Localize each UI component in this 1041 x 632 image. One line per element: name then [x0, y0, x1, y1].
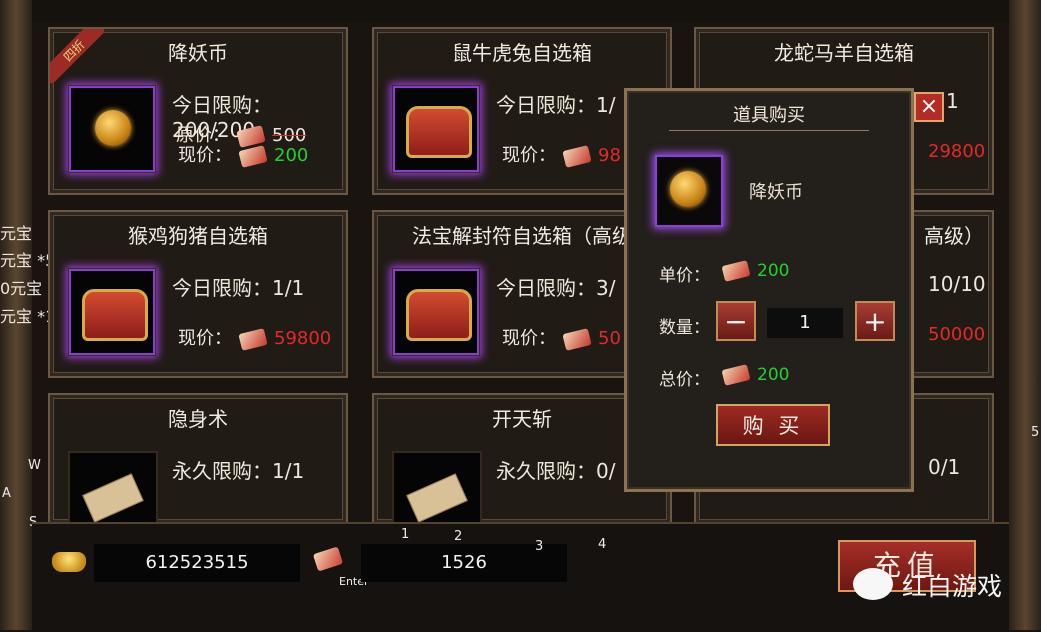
ticket-icon[interactable]	[312, 546, 344, 572]
side-text-1: 元宝	[0, 224, 33, 243]
current-price-row: 现价： 50	[502, 327, 621, 351]
ticket-icon	[721, 260, 751, 282]
dialog-title: 道具购买	[733, 105, 805, 126]
total-price-value: 200	[757, 365, 790, 385]
demon-coin-icon	[95, 110, 131, 146]
daily-limit-text: 今日限购：1/	[496, 93, 616, 117]
current-price-row: 现价： 200	[178, 144, 309, 168]
shop-card-4[interactable]: 猴鸡狗猪自选箱 今日限购：1/1 现价： 59800	[48, 210, 348, 378]
card-title: 高级）	[924, 224, 984, 248]
daily-limit-text: 10/10	[928, 272, 986, 296]
marker-2: 2	[454, 529, 463, 544]
scroll-icon	[82, 473, 144, 523]
shop-card-7[interactable]: 隐身术 永久限购：1/1	[48, 393, 348, 541]
scroll-icon	[406, 473, 468, 523]
selected-item-icon-frame	[655, 155, 723, 227]
minus-button[interactable]: −	[716, 301, 756, 341]
current-price-row: 50000	[928, 324, 986, 345]
total-price-label: 总价：	[659, 370, 710, 390]
marker-3: 3	[535, 539, 544, 554]
item-icon-frame	[68, 268, 156, 356]
gold-ingot-icon	[52, 552, 86, 572]
quantity-input[interactable]: 1	[767, 308, 843, 338]
selected-item-name: 降妖币	[749, 182, 803, 203]
unit-price-value: 200	[757, 261, 790, 281]
item-icon-frame	[68, 85, 156, 173]
close-icon[interactable]: ×	[914, 92, 944, 122]
dialog-divider	[669, 130, 869, 131]
card-title: 隐身术	[168, 407, 228, 431]
ticket-icon	[238, 144, 268, 168]
ticket-icon	[562, 327, 592, 351]
card-title: 龙蛇马羊自选箱	[774, 41, 914, 65]
current-price-row: 29800	[928, 141, 986, 162]
unit-price-label: 单价：	[659, 266, 710, 286]
ticket-icon	[562, 144, 592, 168]
chest-icon	[406, 106, 472, 158]
ticket-icon	[238, 327, 268, 351]
wechat-icon	[853, 568, 893, 600]
quantity-label: 数量：	[659, 318, 710, 338]
chest-icon	[82, 289, 148, 341]
permanent-limit-text: 永久限购：0/	[496, 459, 616, 483]
top-background	[32, 0, 1009, 22]
right-frame	[1009, 0, 1041, 630]
purchase-dialog: 道具购买 降妖币 单价： 200 数量： − 1 + 总价： 200 购 买	[624, 88, 914, 492]
right-marker-5: 5	[1031, 425, 1040, 440]
left-marker-w: W	[28, 458, 41, 473]
daily-limit-text: 1	[946, 89, 959, 113]
shop-card-1[interactable]: 四折 降妖币 今日限购：200/200 原价： 500 现价： 200	[48, 27, 348, 195]
item-icon-frame	[392, 85, 480, 173]
demon-coin-icon	[670, 171, 706, 207]
left-marker-a: A	[2, 486, 11, 501]
marker-1: 1	[401, 527, 410, 542]
daily-limit-text: 今日限购：1/1	[172, 276, 305, 300]
current-price-row: 现价： 59800	[178, 327, 332, 351]
gold-amount-display: 612523515	[94, 544, 300, 582]
brand-watermark: 红白游戏	[902, 572, 1003, 601]
chest-icon	[406, 289, 472, 341]
permanent-limit-text: 0/1	[928, 455, 961, 479]
current-price-row: 现价： 98	[502, 144, 621, 168]
daily-limit-text: 今日限购：3/	[496, 276, 616, 300]
marker-4: 4	[598, 537, 607, 552]
item-icon-frame	[392, 268, 480, 356]
permanent-limit-text: 永久限购：1/1	[172, 459, 305, 483]
buy-button[interactable]: 购 买	[716, 404, 830, 446]
card-title: 猴鸡狗猪自选箱	[128, 224, 268, 248]
card-title: 鼠牛虎兔自选箱	[452, 41, 592, 65]
card-title: 降妖币	[168, 41, 228, 65]
plus-button[interactable]: +	[855, 301, 895, 341]
ticket-icon	[721, 364, 751, 386]
side-text-3: 0元宝	[0, 279, 43, 298]
